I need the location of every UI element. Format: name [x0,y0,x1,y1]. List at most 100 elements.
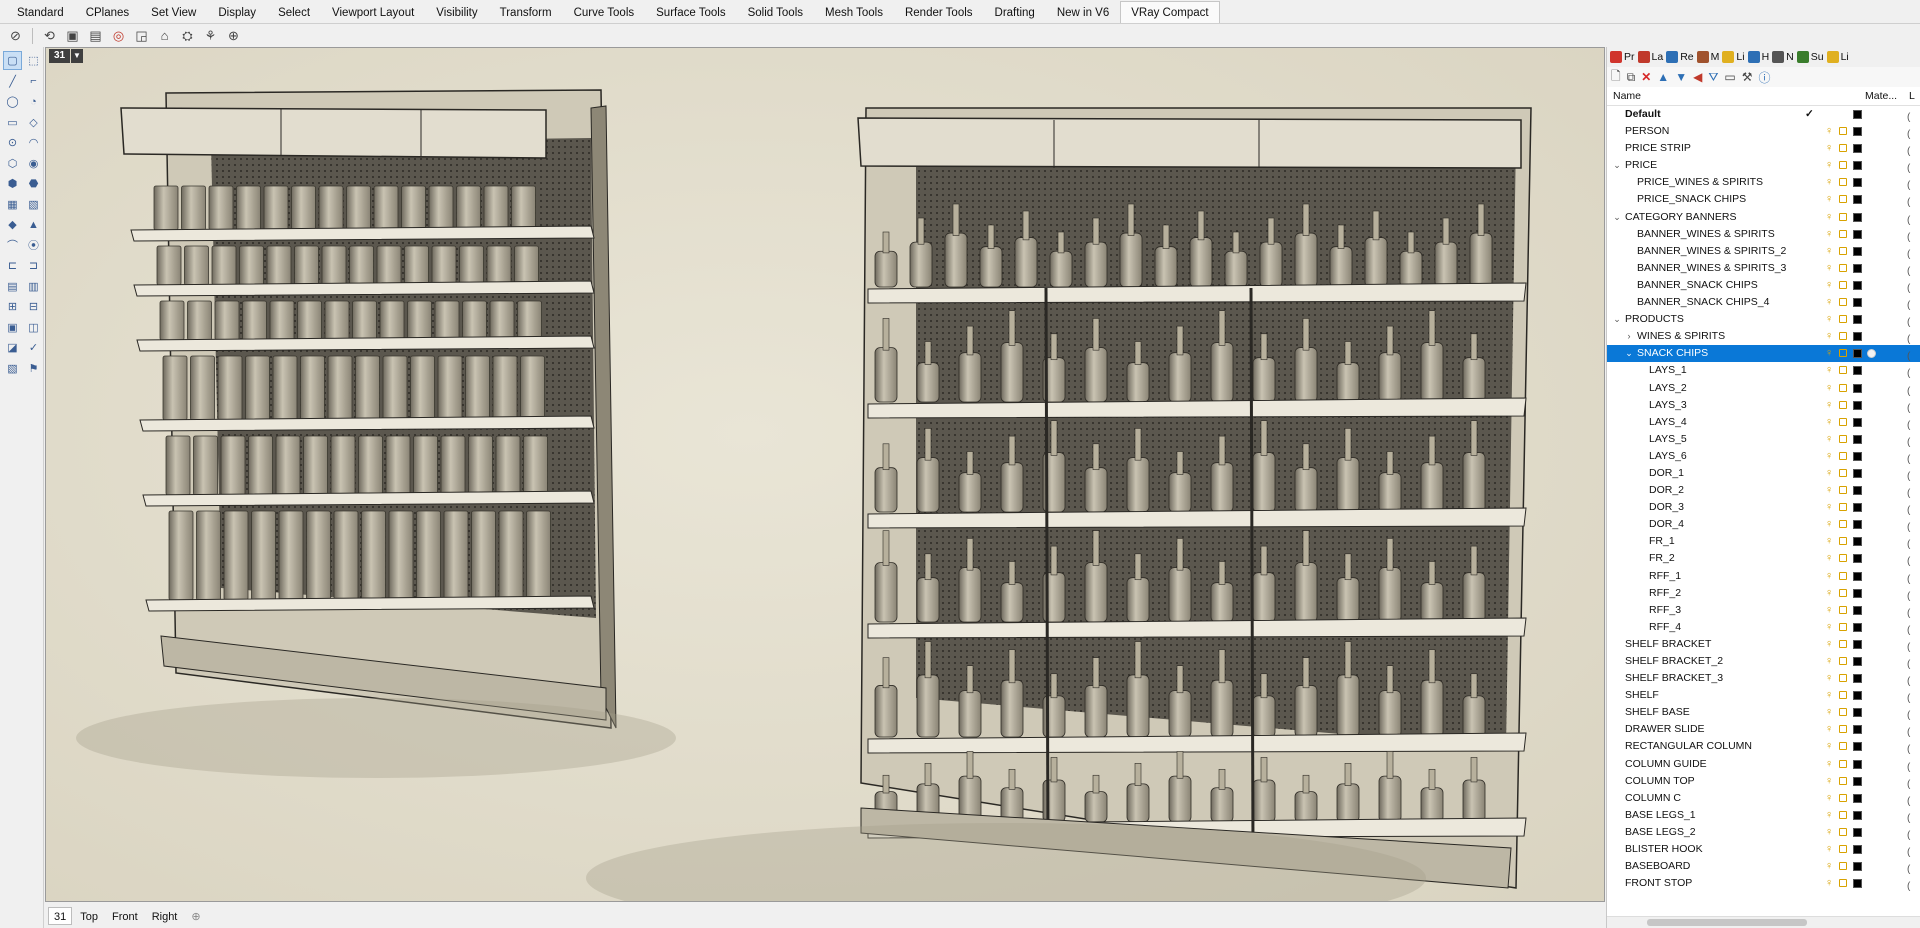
layer-row[interactable]: › WINES & SPIRITS ♀( [1607,328,1920,345]
lock-icon[interactable] [1839,383,1847,392]
layer-color-swatch[interactable] [1853,862,1862,872]
lock-icon[interactable] [1839,332,1847,341]
cylinder-icon[interactable]: ⬣ [24,174,43,193]
curve-icon[interactable]: ◠ [24,133,43,152]
layer-row[interactable]: RECTANGULAR COLUMN ♀( [1607,738,1920,755]
layer-color-swatch[interactable] [1853,588,1862,598]
tab-set-view[interactable]: Set View [140,1,207,23]
layer-color-swatch[interactable] [1853,263,1862,273]
lock-icon[interactable] [1839,451,1847,460]
layer-name[interactable]: COLUMN GUIDE [1625,756,1707,773]
lock-icon[interactable] [1839,862,1847,871]
layer-name[interactable]: SNACK CHIPS [1637,345,1708,362]
layer-color-swatch[interactable] [1853,537,1862,547]
layer-color-swatch[interactable] [1853,434,1862,444]
visibility-bulb-icon[interactable]: ♀ [1825,245,1833,257]
lock-icon[interactable] [1839,468,1847,477]
tab-mesh-tools[interactable]: Mesh Tools [814,1,894,23]
layer-name[interactable]: PRICE STRIP [1625,140,1691,157]
layer-row[interactable]: RFF_3 ♀( [1607,602,1920,619]
layer-row[interactable]: ⌄ PRODUCTS ♀( [1607,311,1920,328]
panel-tab-li-4[interactable]: Li [1722,51,1745,63]
layer-row[interactable]: LAYS_1 ♀( [1607,362,1920,379]
horizontal-scrollbar[interactable] [1607,916,1920,928]
layer-row[interactable]: ⌄ SNACK CHIPS ♀( [1607,345,1920,363]
layer-color-swatch[interactable] [1853,110,1862,119]
visibility-bulb-icon[interactable]: ♀ [1825,604,1833,616]
lock-icon[interactable] [1839,622,1847,631]
visibility-bulb-icon[interactable]: ♀ [1825,861,1833,872]
lock-icon[interactable] [1839,434,1847,443]
layer-name[interactable]: RFF_2 [1649,585,1681,602]
visibility-bulb-icon[interactable]: ♀ [1825,416,1833,428]
lock-icon[interactable] [1839,827,1847,836]
layer-name[interactable]: BANNER_WINES & SPIRITS [1637,226,1775,243]
viewport-menu-icon[interactable]: ▼ [71,49,83,63]
trim-icon[interactable]: ⊐ [24,256,43,275]
layer-name[interactable]: DOR_4 [1649,516,1684,533]
lock-icon[interactable] [1839,776,1847,785]
move-parent-icon[interactable]: ◀ [1693,70,1702,84]
layer-color-swatch[interactable] [1853,571,1862,581]
check-icon[interactable]: ✓ [24,338,43,357]
layer-row[interactable]: BANNER_SNACK CHIPS_4 ♀( [1607,294,1920,311]
layer-name[interactable]: COLUMN TOP [1625,773,1695,790]
layer-name[interactable]: RFF_1 [1649,568,1681,585]
loft-icon[interactable]: ▧ [24,195,43,214]
layer-row[interactable]: BASE LEGS_1 ♀( [1607,807,1920,824]
tab-cplanes[interactable]: CPlanes [75,1,140,23]
layer-color-swatch[interactable] [1853,759,1862,769]
layer-name[interactable]: CATEGORY BANNERS [1625,209,1736,226]
collapse-icon[interactable]: ⌄ [1624,345,1634,362]
layer-name[interactable]: PRICE_SNACK CHIPS [1637,191,1746,208]
lock-icon[interactable] [1839,417,1847,426]
visibility-bulb-icon[interactable]: ♀ [1825,228,1833,240]
layer-color-swatch[interactable] [1853,742,1862,752]
layer-color-swatch[interactable] [1853,417,1862,427]
layer-color-swatch[interactable] [1853,776,1862,786]
lock-icon[interactable] [1839,879,1847,888]
layer-color-swatch[interactable] [1853,383,1862,393]
boolean-icon[interactable]: ⦿ [24,236,43,255]
layer-name[interactable]: RFF_4 [1649,619,1681,636]
lock-icon[interactable] [1839,657,1847,665]
layer-name[interactable]: BANNER_WINES & SPIRITS_3 [1637,260,1786,277]
panel-tab-re-2[interactable]: Re [1666,51,1694,63]
layer-color-swatch[interactable] [1853,674,1862,684]
visibility-bulb-icon[interactable]: ♀ [1825,690,1833,701]
view-tab-front[interactable]: Front [106,907,144,925]
lock-icon[interactable] [1839,178,1847,187]
layer-row[interactable]: RFF_1 ♀( [1607,568,1920,585]
visibility-bulb-icon[interactable]: ♀ [1825,621,1833,633]
layer-row[interactable]: LAYS_4 ♀( [1607,414,1920,431]
panel-tab-n-6[interactable]: N [1772,51,1794,63]
visibility-bulb-icon[interactable]: ♀ [1825,279,1833,291]
visibility-bulb-icon[interactable]: ♀ [1825,433,1833,445]
layer-row[interactable]: RFF_4 ♀( [1607,619,1920,636]
view-tab-top[interactable]: Top [74,907,104,925]
rectangle-icon[interactable]: ▭ [3,113,22,132]
layer-name[interactable]: PRODUCTS [1625,311,1684,328]
tab-transform[interactable]: Transform [489,1,563,23]
fillet-icon[interactable]: ⌒ [3,236,22,255]
layer-row[interactable]: COLUMN C ♀( [1607,790,1920,807]
line-icon[interactable]: ╱ [3,72,22,91]
layer-row[interactable]: PRICE STRIP ♀( [1607,140,1920,157]
collapse-icon[interactable]: ⌄ [1612,311,1622,328]
layer-row[interactable]: FR_1 ♀( [1607,533,1920,550]
frame-buffer-icon[interactable]: ▣ [63,26,82,45]
visibility-bulb-icon[interactable]: ♀ [1825,348,1833,359]
layer-name[interactable]: LAYS_6 [1649,448,1687,465]
visibility-bulb-icon[interactable]: ♀ [1825,536,1833,547]
layer-color-swatch[interactable] [1853,451,1862,461]
expand-icon[interactable]: › [1624,328,1634,345]
lock-icon[interactable] [1839,605,1847,614]
select-icon[interactable]: ▢ [3,51,22,70]
visibility-bulb-icon[interactable]: ♀ [1825,707,1833,718]
layer-row[interactable]: PRICE_SNACK CHIPS ♀( [1607,191,1920,208]
lock-icon[interactable] [1839,845,1847,854]
new-layer-icon[interactable]: 🗋 [1611,67,1621,88]
layer-row[interactable]: BANNER_SNACK CHIPS ♀( [1607,277,1920,294]
tab-viewport-layout[interactable]: Viewport Layout [321,1,425,23]
lock-icon[interactable] [1839,674,1847,683]
